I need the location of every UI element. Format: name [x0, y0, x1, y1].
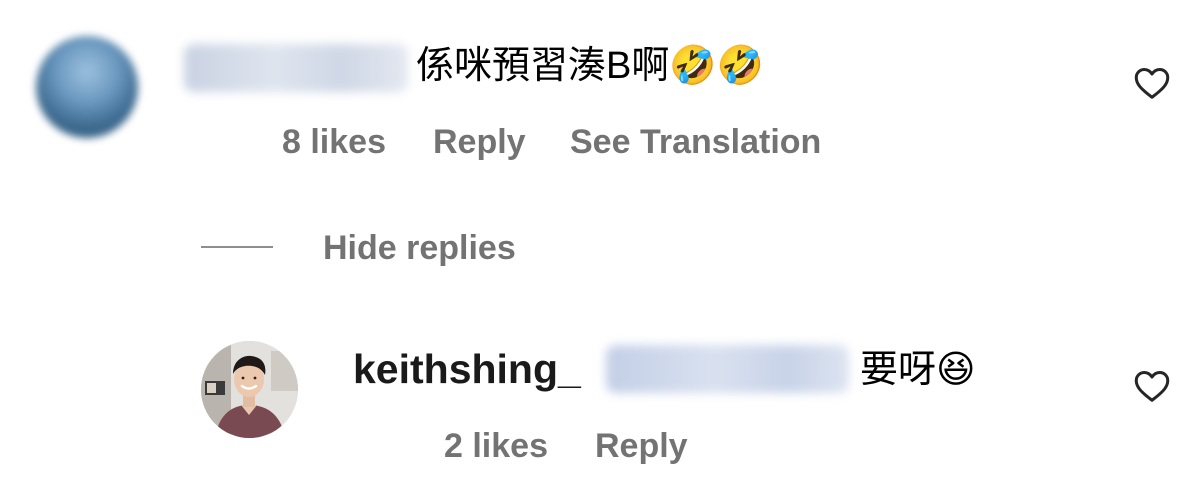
see-translation-button[interactable]: See Translation: [570, 122, 821, 162]
profile-photo: [201, 341, 298, 438]
comment-text: 係咪預習湊B啊🤣🤣: [416, 45, 764, 87]
reply-reply-button[interactable]: Reply: [595, 426, 688, 466]
reply-avatar[interactable]: [201, 341, 298, 438]
reply-text: 要呀😆: [860, 349, 976, 391]
hide-replies-button[interactable]: Hide replies: [323, 228, 516, 268]
reply-likes-count[interactable]: 2 likes: [444, 426, 548, 466]
heart-icon: [1134, 68, 1170, 99]
like-reply-heart-icon[interactable]: [1134, 369, 1170, 403]
like-comment-heart-icon[interactable]: [1134, 66, 1170, 100]
reply-username[interactable]: keithshing_: [353, 343, 581, 395]
comment-reply-button[interactable]: Reply: [433, 122, 526, 162]
replies-divider-line: [201, 246, 273, 248]
comment-likes-count[interactable]: 8 likes: [282, 122, 386, 162]
mentioned-username-blurred[interactable]: [606, 345, 849, 393]
heart-icon: [1134, 371, 1170, 402]
commenter-avatar[interactable]: [36, 36, 138, 138]
commenter-username-blurred[interactable]: [184, 44, 408, 92]
